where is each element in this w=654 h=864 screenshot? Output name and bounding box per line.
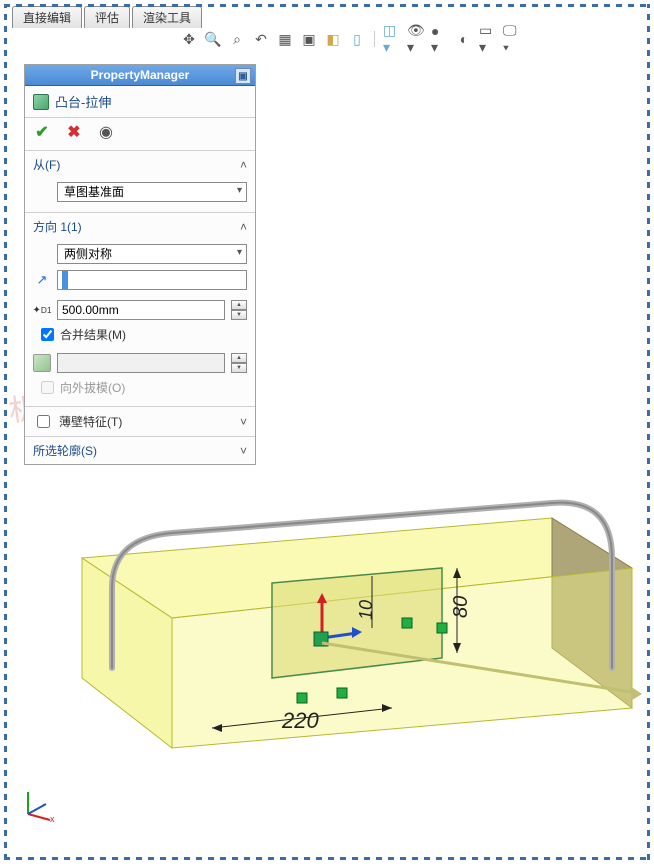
zoom-area-icon[interactable]: ⌕: [228, 30, 246, 48]
end-condition-select[interactable]: 两侧对称: [57, 244, 247, 264]
pm-section-thin: 薄壁特征(T) ˅: [25, 407, 255, 437]
extrude-icon: [33, 94, 49, 110]
spin-up-icon: ▲: [231, 353, 247, 363]
draft-angle-input[interactable]: [57, 353, 225, 373]
direction-vector-input[interactable]: [57, 270, 247, 290]
pin-icon[interactable]: ▣: [235, 68, 251, 84]
dir1-header[interactable]: 方向 1(1) ˄: [25, 213, 255, 240]
draft-outward-checkbox: 向外拔模(O): [33, 379, 247, 396]
dir1-title: 方向 1(1): [33, 218, 82, 235]
dim-220: 220: [281, 708, 319, 733]
section-icon[interactable]: ▦: [276, 30, 294, 48]
draft-outward-label: 向外拔模(O): [60, 379, 125, 396]
draft-spinner[interactable]: ▲ ▼: [231, 353, 247, 373]
display-style-icon[interactable]: ▣: [300, 30, 318, 48]
pm-feature-row: 凸台-拉伸: [25, 86, 255, 118]
chevron-up-icon: ˄: [240, 220, 247, 234]
thin-header[interactable]: 薄壁特征(T) ˅: [25, 407, 255, 436]
draft-outward-input: [41, 381, 54, 394]
tab-direct-edit[interactable]: 直接编辑: [12, 6, 82, 28]
view-triad: x: [20, 782, 60, 822]
spin-down-icon: ▼: [231, 363, 247, 373]
pm-section-contours: 所选轮廓(S) ˅: [25, 437, 255, 464]
perspective-icon[interactable]: ▯: [348, 30, 366, 48]
ok-button[interactable]: ✔: [33, 122, 51, 142]
from-select[interactable]: 草图基准面: [57, 182, 247, 202]
depth-icon: ✦D1: [33, 301, 51, 319]
property-manager-panel: PropertyManager ▣ 凸台-拉伸 ✔ ✖ ◉ 从(F) ˄ 草图基…: [24, 64, 256, 465]
pm-section-dir1: 方向 1(1) ˄ 两侧对称 ↗ ✦D1 500.00mm ▲: [25, 213, 255, 407]
dim-10: 10: [356, 600, 376, 620]
toolbar-separator: [374, 31, 375, 47]
reverse-direction-icon[interactable]: ↗: [33, 271, 51, 289]
ribbon-tabs: 直接编辑 评估 渲染工具: [12, 6, 202, 28]
orient-icon[interactable]: ✥: [180, 30, 198, 48]
scene-icon[interactable]: ◧: [324, 30, 342, 48]
pm-actions: ✔ ✖ ◉: [25, 118, 255, 151]
preview-icon[interactable]: ◉: [97, 122, 115, 142]
chevron-down-icon: ˅: [240, 415, 247, 429]
apply-scene-icon[interactable]: ▭ ▾: [479, 30, 497, 48]
edit-appearance-icon[interactable]: ◐: [455, 30, 473, 48]
prev-view-icon[interactable]: ↶: [252, 30, 270, 48]
tab-evaluate[interactable]: 评估: [84, 6, 130, 28]
pm-section-from: 从(F) ˄ 草图基准面: [25, 151, 255, 213]
spin-down-icon: ▼: [231, 310, 247, 320]
from-header[interactable]: 从(F) ˄: [25, 151, 255, 178]
depth-spinner[interactable]: ▲ ▼: [231, 300, 247, 320]
draft-icon[interactable]: [33, 354, 51, 372]
view-toolbar: ✥ 🔍 ⌕ ↶ ▦ ▣ ◧ ▯ ◫ ▾ 👁 ▾ ● ▾ ◐ ▭ ▾ 🖵 ▾: [180, 30, 521, 48]
zoom-fit-icon[interactable]: 🔍: [204, 30, 222, 48]
appearance-icon[interactable]: ● ▾: [431, 30, 449, 48]
chevron-up-icon: ˄: [240, 158, 247, 172]
from-value: 草图基准面: [64, 185, 124, 199]
tab-render-tools[interactable]: 渲染工具: [132, 6, 202, 28]
pm-title: PropertyManager: [91, 68, 190, 82]
svg-text:x: x: [50, 814, 55, 822]
pm-header: PropertyManager ▣: [25, 65, 255, 86]
view-settings-icon[interactable]: 🖵 ▾: [503, 30, 521, 48]
contours-title: 所选轮廓(S): [33, 442, 97, 459]
merge-label: 合并结果(M): [60, 326, 126, 343]
merge-checkbox-input[interactable]: [41, 328, 54, 341]
spin-up-icon: ▲: [231, 300, 247, 310]
depth-value: 500.00mm: [62, 303, 119, 317]
from-title: 从(F): [33, 156, 60, 173]
contours-header[interactable]: 所选轮廓(S) ˅: [25, 437, 255, 464]
hide-show-icon[interactable]: 👁 ▾: [407, 30, 425, 48]
end-condition-value: 两侧对称: [64, 247, 112, 261]
cancel-button[interactable]: ✖: [65, 122, 83, 142]
view-cube-icon[interactable]: ◫ ▾: [383, 30, 401, 48]
dim-80: 80: [450, 596, 472, 618]
thin-feature-checkbox[interactable]: [37, 415, 50, 428]
pm-feature-label: 凸台-拉伸: [55, 92, 111, 111]
thin-title: 薄壁特征(T): [59, 413, 122, 430]
merge-result-checkbox[interactable]: 合并结果(M): [33, 326, 247, 343]
depth-input[interactable]: 500.00mm: [57, 300, 225, 320]
chevron-down-icon: ˅: [240, 444, 247, 458]
